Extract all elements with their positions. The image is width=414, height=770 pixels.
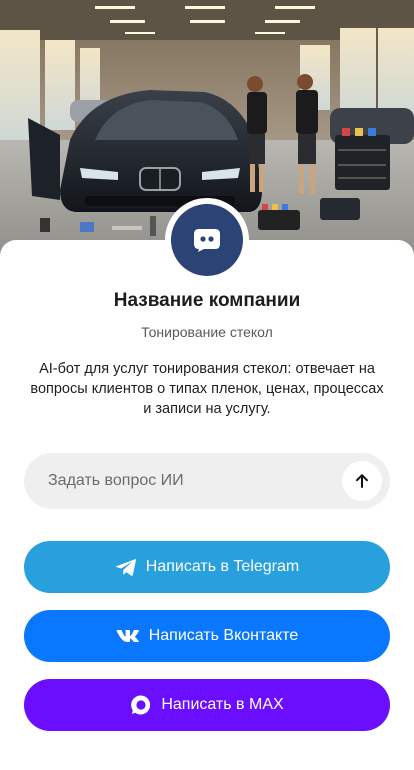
send-question-button[interactable] xyxy=(342,461,382,501)
company-category: Тонирование стекол xyxy=(141,324,273,340)
chat-bot-icon xyxy=(194,229,220,252)
vk-button[interactable]: Написать Вконтакте xyxy=(24,610,390,662)
max-icon xyxy=(130,694,152,716)
company-name: Название компании xyxy=(113,290,301,311)
company-avatar xyxy=(165,198,249,282)
telegram-button-label: Написать в Telegram xyxy=(145,558,300,575)
ask-ai-input[interactable] xyxy=(48,472,342,490)
company-description: AI-бот для услуг тонирования стекол: отв… xyxy=(30,361,384,417)
arrow-up-icon xyxy=(356,474,368,488)
vk-icon xyxy=(116,629,140,643)
vk-button-label: Написать Вконтакте xyxy=(148,627,299,644)
ask-ai-field xyxy=(24,453,390,509)
avatar-circle xyxy=(171,204,243,276)
max-button[interactable]: Написать в MAX xyxy=(24,679,390,731)
telegram-button[interactable]: Написать в Telegram xyxy=(24,541,390,593)
max-button-label: Написать в MAX xyxy=(161,696,284,713)
telegram-icon xyxy=(115,558,137,577)
